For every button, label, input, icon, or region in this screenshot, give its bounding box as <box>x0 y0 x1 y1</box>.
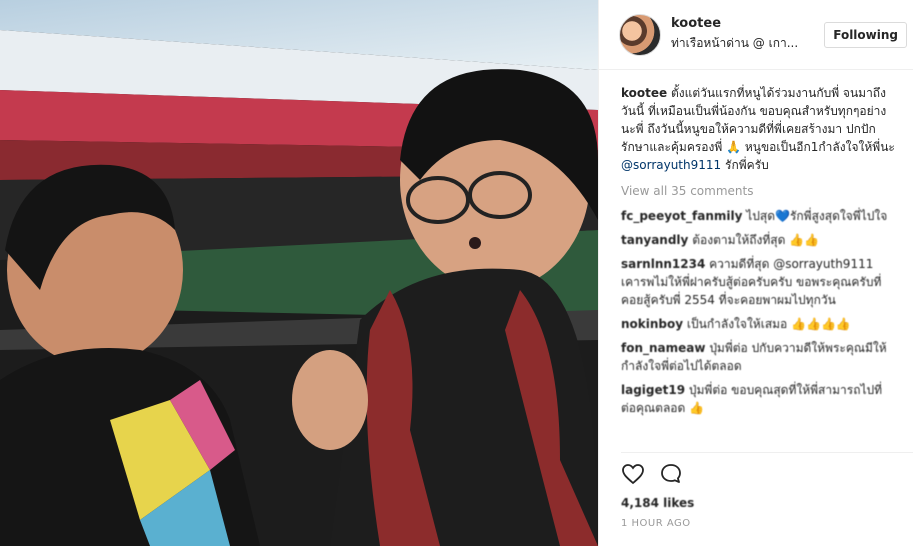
post-sidebar: kootee ท่าเรือหน้าด่าน @ เกา... Followin… <box>598 0 913 546</box>
instagram-post: kootee ท่าเรือหน้าด่าน @ เกา... Followin… <box>0 0 913 546</box>
comment-text: เป็นกำลังใจให้เสมอ 👍👍👍👍 <box>686 317 851 331</box>
list-item: sarnlnn1234 ความดีที่สุด @sorrayuth9111 … <box>621 255 897 309</box>
speech-bubble-icon[interactable] <box>659 462 683 486</box>
post-header: kootee ท่าเรือหน้าด่าน @ เกา... Followin… <box>599 0 913 70</box>
comment-username[interactable]: tanyandly <box>621 233 688 247</box>
comment-list: kootee ตั้งแต่วันแรกที่หนูได้ร่วมงานกับพ… <box>599 70 913 470</box>
list-item: nokinboy เป็นกำลังใจให้เสมอ 👍👍👍👍 <box>621 315 897 333</box>
like-count[interactable]: 4,184 likes <box>621 496 694 510</box>
header-text: kootee ท่าเรือหน้าด่าน @ เกา... <box>671 16 824 53</box>
comment-text: ต้องตามให้ถึงที่สุด 👍👍 <box>692 233 820 247</box>
view-all-comments-link[interactable]: View all 35 comments <box>621 184 897 198</box>
list-item: fc_peeyot_fanmily ไปสุด💙รักพี่สูงสุดใจพี… <box>621 207 897 225</box>
caption-mention[interactable]: @sorrayuth9111 <box>621 158 721 172</box>
comment-username[interactable]: nokinboy <box>621 317 683 331</box>
action-bar <box>621 462 683 486</box>
following-button[interactable]: Following <box>824 21 907 48</box>
comment-username[interactable]: sarnlnn1234 <box>621 257 705 271</box>
post-location[interactable]: ท่าเรือหน้าด่าน @ เกา... <box>671 34 821 53</box>
post-caption: kootee ตั้งแต่วันแรกที่หนูได้ร่วมงานกับพ… <box>621 84 897 174</box>
post-timestamp[interactable]: 1 HOUR AGO <box>621 518 691 529</box>
list-item: lagiget19 ปุ่มพี่ต่อ ขอบคุณสุดที่ให้พี่ส… <box>621 381 897 417</box>
comment-username[interactable]: fon_nameaw <box>621 341 705 355</box>
list-item: fon_nameaw ปุ่มพี่ต่อ ปกับความดีให้พระคุ… <box>621 339 897 375</box>
divider <box>621 452 913 453</box>
photo-illustration <box>0 0 598 546</box>
caption-tail: รักพี่ครับ <box>725 158 769 172</box>
avatar[interactable] <box>619 13 661 56</box>
list-item: tanyandly ต้องตามให้ถึงที่สุด 👍👍 <box>621 231 897 249</box>
caption-username[interactable]: kootee <box>621 86 667 100</box>
post-photo[interactable] <box>0 0 598 546</box>
comment-username[interactable]: lagiget19 <box>621 383 685 397</box>
comment-username[interactable]: fc_peeyot_fanmily <box>621 209 742 223</box>
comment-text: ไปสุด💙รักพี่สูงสุดใจพี่ไปใจ <box>746 209 888 223</box>
post-username[interactable]: kootee <box>671 16 824 31</box>
heart-outline-icon[interactable] <box>621 462 645 486</box>
